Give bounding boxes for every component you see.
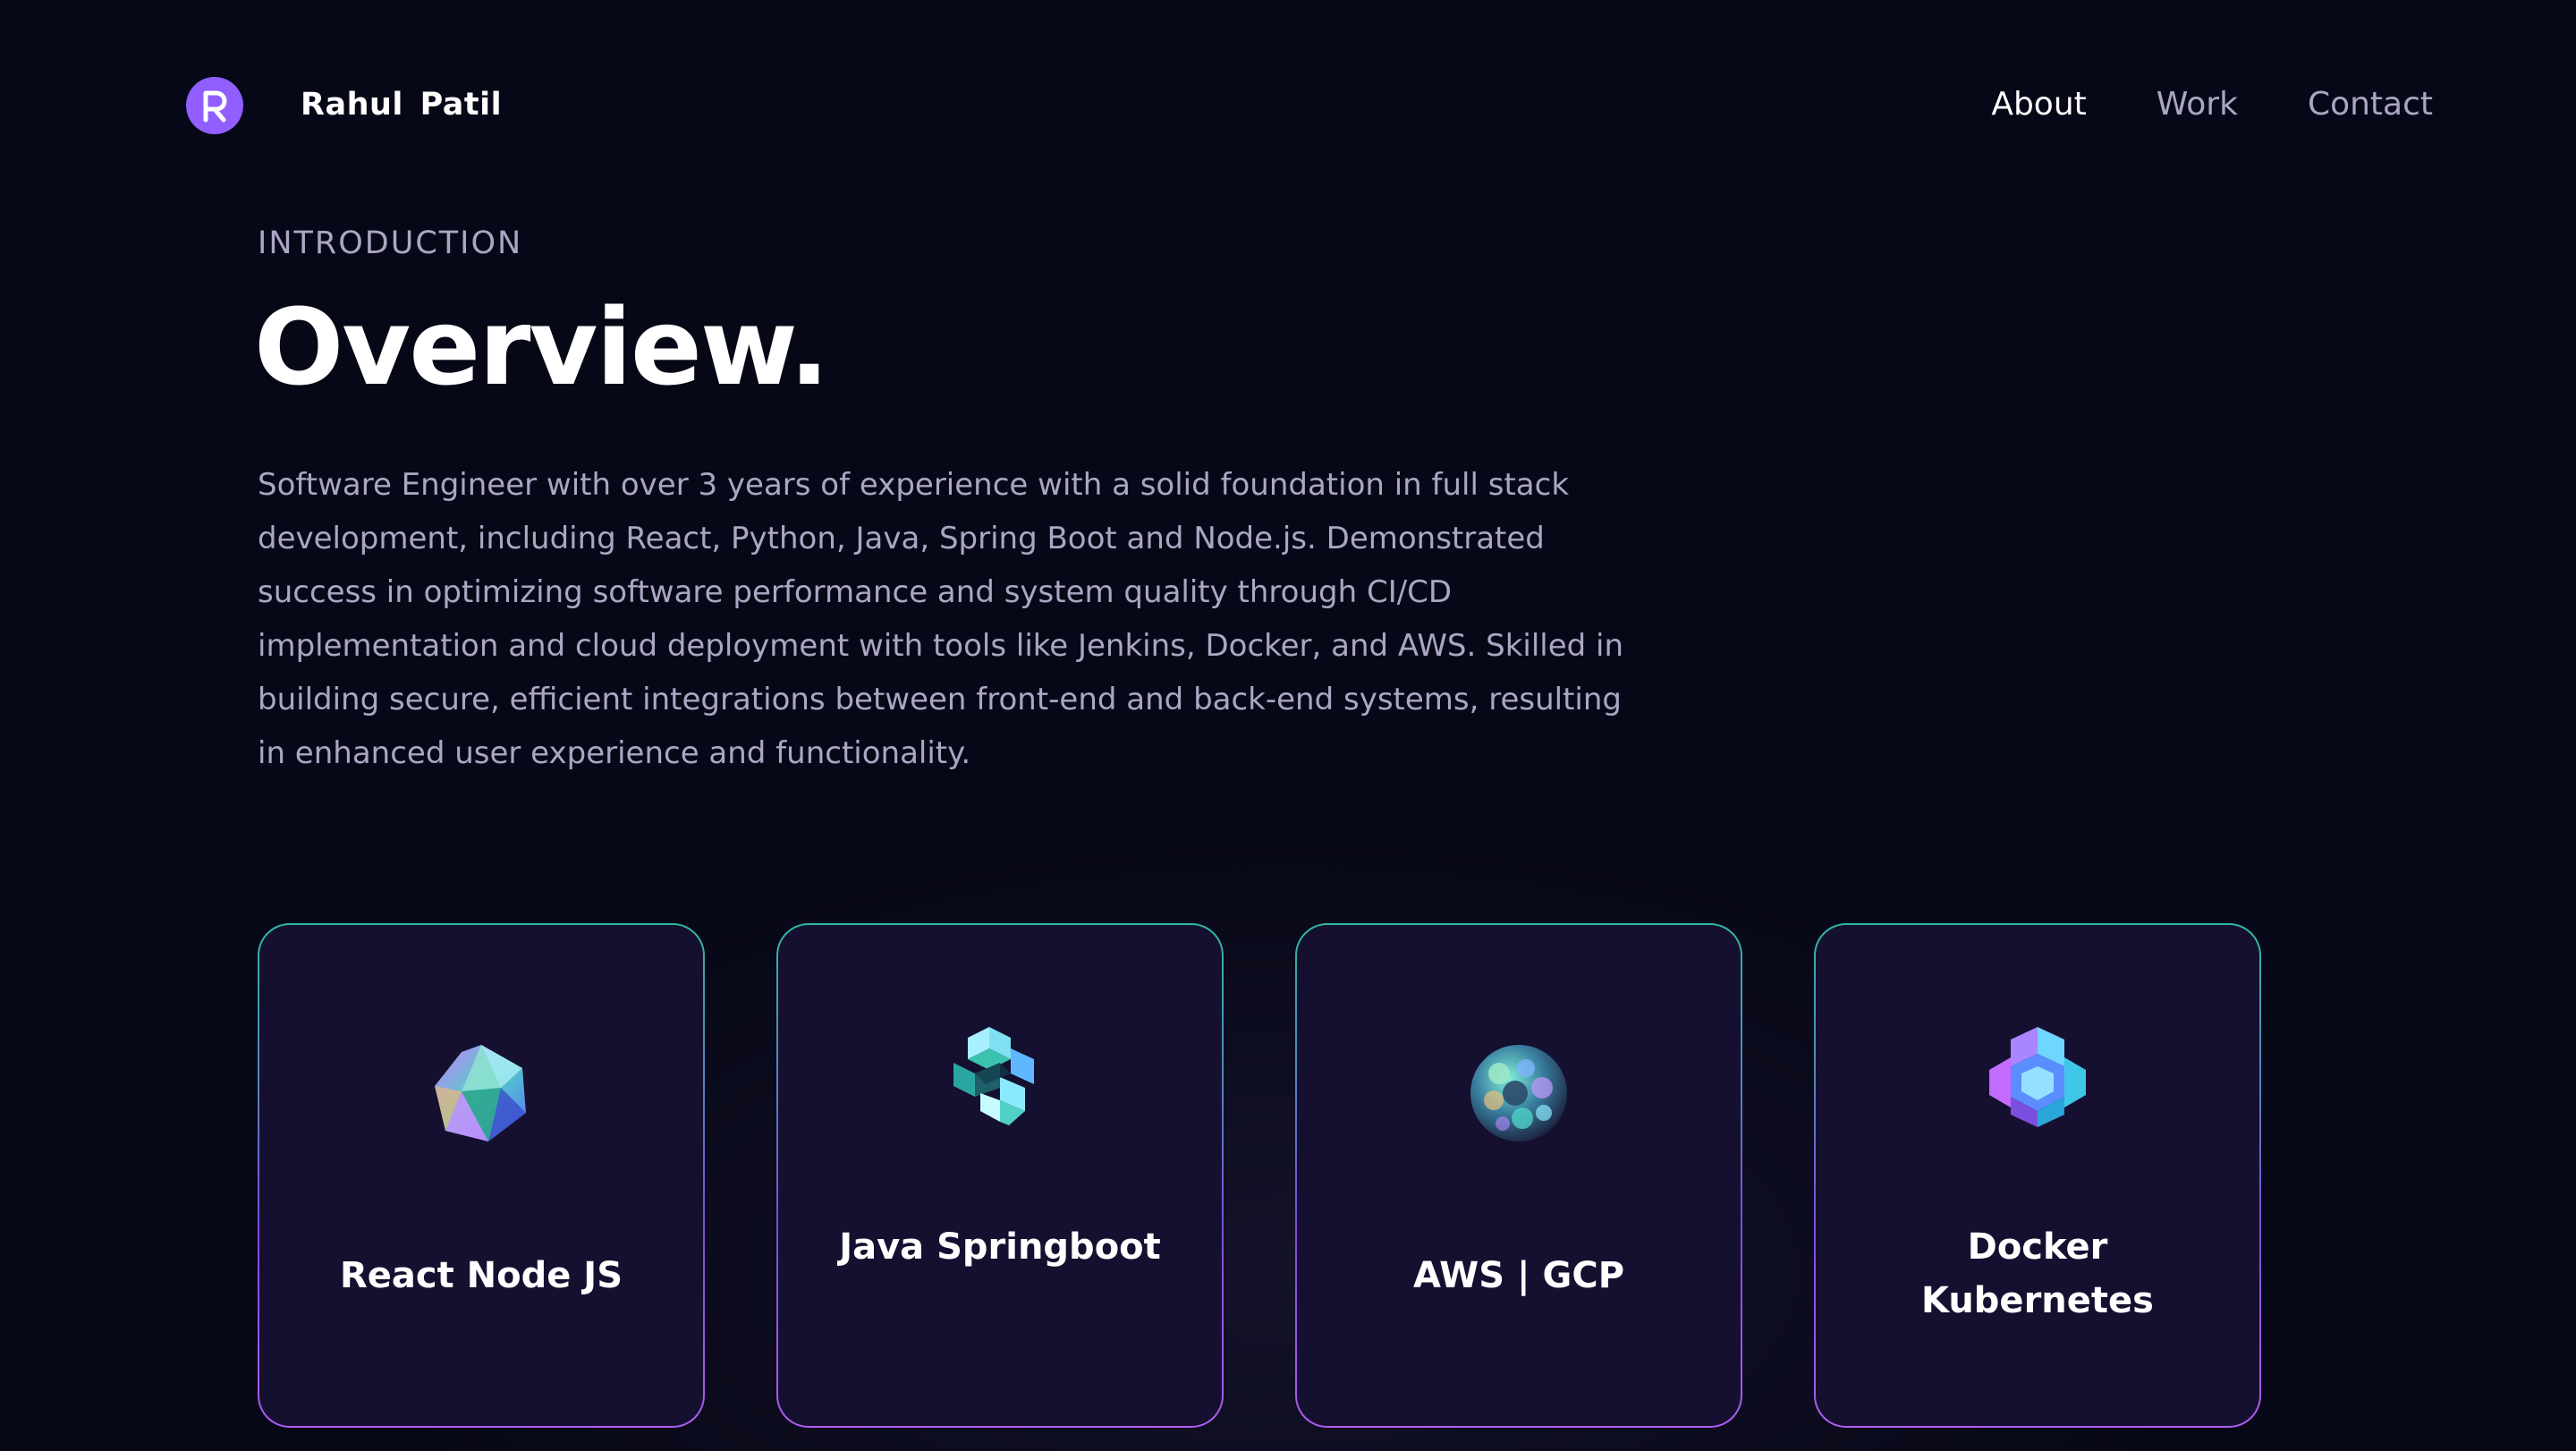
card-inner: Docker Kubernetes <box>1816 925 2259 1426</box>
service-card-docker-kubernetes[interactable]: Docker Kubernetes <box>1814 923 2261 1428</box>
icosahedron-icon <box>435 1045 526 1141</box>
card-title: AWS | GCP <box>1412 1255 1625 1296</box>
section-title: Overview. <box>254 285 829 409</box>
card-inner: React Node JS <box>259 925 703 1426</box>
sphere-icon <box>1470 1045 1567 1141</box>
section-subtitle: INTRODUCTION <box>258 225 523 261</box>
card-title: Java Springboot <box>839 1226 1161 1268</box>
nav-link-contact[interactable]: Contact <box>2308 82 2433 127</box>
nav-links: About Work Contact <box>1991 82 2433 127</box>
card-inner: AWS | GCP <box>1297 925 1741 1426</box>
brand-name[interactable]: Rahul Patil <box>301 84 502 125</box>
cube-cluster-icon <box>953 1027 1034 1125</box>
nav-link-about[interactable]: About <box>1991 82 2086 127</box>
page: Rahul Patil About Work Contact INTRODUCT… <box>0 0 2576 1451</box>
logo-icon[interactable] <box>186 77 243 134</box>
service-card-java-springboot[interactable]: Java Springboot <box>776 923 1224 1428</box>
hexagon-knot-icon <box>1989 1027 2086 1127</box>
logo-r-glyph <box>203 90 227 123</box>
card-title: React Node JS <box>339 1255 623 1296</box>
card-title: Docker Kubernetes <box>1921 1226 2154 1321</box>
card-inner: Java Springboot <box>778 925 1222 1426</box>
service-cards: React Node JS Java Springboot AWS | GCP … <box>258 923 2261 1428</box>
nav-link-work[interactable]: Work <box>2157 82 2238 127</box>
overview-description: Software Engineer with over 3 years of e… <box>258 467 1624 771</box>
navbar: Rahul Patil About Work Contact <box>0 0 2576 211</box>
service-card-aws-gcp[interactable]: AWS | GCP <box>1295 923 1742 1428</box>
service-card-react-node[interactable]: React Node JS <box>258 923 705 1428</box>
